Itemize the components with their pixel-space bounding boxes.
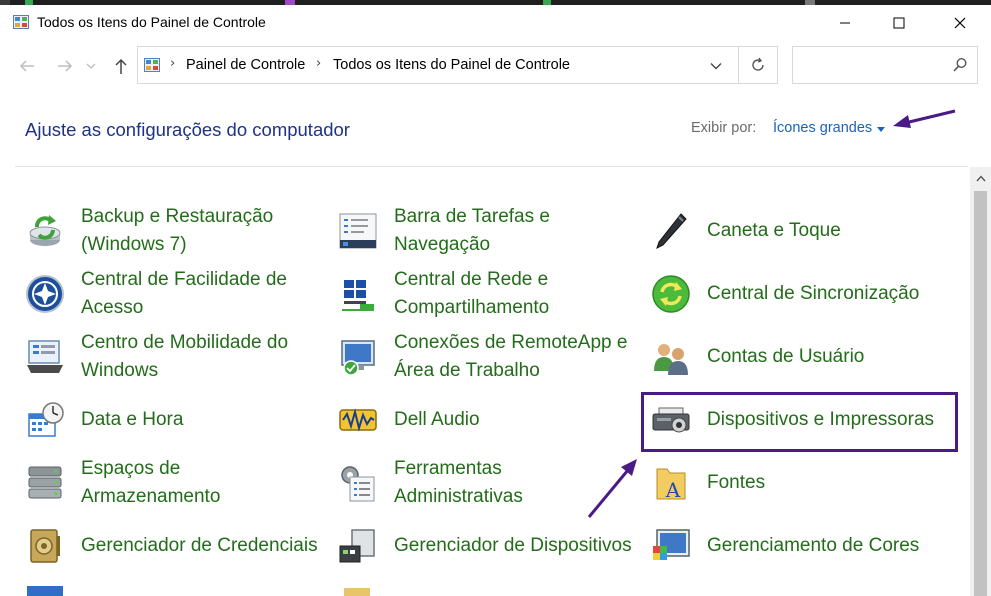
page-title: Ajuste as configurações do computador	[25, 119, 350, 140]
control-panel-icon	[144, 58, 160, 72]
item-label: Fontes	[707, 472, 766, 493]
ease-of-access-icon	[26, 275, 64, 313]
minimize-icon	[840, 22, 850, 23]
item-label: Conexões de RemoteApp e Área de Trabalho	[394, 332, 628, 381]
date-time-icon	[28, 402, 64, 437]
pen-icon	[656, 213, 687, 249]
search-icon[interactable]	[952, 57, 968, 73]
item-sync-center[interactable]: Central de Sincronização	[651, 264, 961, 324]
control-panel-icon	[13, 15, 29, 29]
audio-icon	[339, 408, 377, 432]
item-label: Barra de Tarefas e Navegação	[394, 206, 550, 255]
header-divider	[15, 166, 968, 167]
item-label: Ferramentas Administrativas	[394, 458, 523, 507]
item-storage-spaces[interactable]: Espaços de Armazenamento	[25, 453, 325, 513]
refresh-icon	[752, 57, 764, 71]
caret-down-icon	[877, 126, 886, 132]
item-label: Gerenciador de Dispositivos	[394, 535, 632, 556]
maximize-button[interactable]	[876, 5, 922, 40]
breadcrumb-all-items[interactable]: Todos os Itens do Painel de Controle	[333, 57, 570, 73]
up-arrow-icon	[115, 58, 127, 74]
annotation-highlight-box	[641, 392, 958, 452]
svg-text:A: A	[665, 478, 681, 502]
address-bar[interactable]: › Painel de Controle › Todos os Itens do…	[137, 46, 778, 84]
item-label: Contas de Usuário	[707, 346, 865, 367]
chevron-down-icon	[86, 63, 96, 69]
fonts-icon: A	[656, 468, 686, 502]
address-divider	[738, 47, 739, 83]
item-partial-1[interactable]	[25, 578, 325, 596]
item-label: Backup e Restauração (Windows 7)	[81, 206, 274, 255]
chevron-down-icon	[710, 63, 722, 70]
maximize-icon	[893, 17, 905, 28]
item-network-sharing[interactable]: Central de Rede e Compartilhamento	[338, 264, 638, 324]
item-partial-2[interactable]	[338, 578, 638, 596]
recent-locations-button[interactable]	[84, 55, 98, 77]
backup-icon	[29, 215, 61, 246]
sync-icon	[652, 275, 690, 313]
credentials-icon	[30, 529, 60, 563]
admin-tools-icon	[341, 466, 375, 502]
minimize-button[interactable]	[822, 5, 868, 40]
item-admin-tools[interactable]: Ferramentas Administrativas	[338, 453, 638, 513]
close-button[interactable]	[937, 5, 983, 40]
annotation-arrow-view	[893, 109, 956, 128]
chevron-up-icon	[975, 174, 986, 181]
item-user-accounts[interactable]: Contas de Usuário	[651, 327, 961, 387]
folder-icon	[344, 588, 370, 596]
item-color-management[interactable]: Gerenciamento de Cores	[651, 516, 961, 576]
item-device-manager[interactable]: Gerenciador de Dispositivos	[338, 516, 638, 576]
user-accounts-icon	[654, 344, 688, 375]
item-credential-manager[interactable]: Gerenciador de Credenciais	[25, 516, 325, 576]
breadcrumb-separator-icon: ›	[316, 56, 322, 71]
close-icon	[954, 17, 966, 28]
item-label: Caneta e Toque	[707, 220, 841, 241]
item-fonts[interactable]: A Fontes	[651, 453, 961, 513]
item-label: Central de Rede e Compartilhamento	[394, 269, 550, 318]
item-label: Gerenciamento de Cores	[707, 535, 920, 556]
view-by-value: Ícones grandes	[773, 120, 873, 136]
vertical-scrollbar[interactable]	[970, 167, 991, 596]
window-icon	[27, 586, 63, 596]
item-label: Dell Audio	[394, 409, 480, 430]
item-dell-audio[interactable]: Dell Audio	[338, 390, 638, 450]
view-by-dropdown[interactable]: Ícones grandes	[773, 120, 886, 136]
item-label: Centro de Mobilidade do Windows	[81, 332, 289, 381]
search-input[interactable]	[792, 46, 978, 84]
back-arrow-icon	[19, 60, 34, 72]
forward-button[interactable]	[54, 55, 76, 77]
window-title: Todos os Itens do Painel de Controle	[37, 14, 266, 30]
title-bar: Todos os Itens do Painel de Controle	[0, 5, 991, 40]
breadcrumb-separator-icon: ›	[170, 56, 176, 71]
item-ease-of-access[interactable]: Central de Facilidade de Acesso	[25, 264, 325, 324]
address-dropdown-button[interactable]	[701, 56, 731, 76]
item-label: Espaços de Armazenamento	[81, 458, 221, 507]
taskbar-icon	[339, 213, 377, 249]
remoteapp-icon	[341, 340, 375, 376]
refresh-button[interactable]	[744, 54, 772, 76]
mobility-icon	[27, 340, 63, 373]
item-label: Data e Hora	[81, 409, 184, 430]
network-icon	[342, 280, 374, 311]
storage-icon	[28, 466, 62, 499]
scroll-up-button[interactable]	[970, 167, 991, 189]
forward-arrow-icon	[58, 60, 73, 72]
device-manager-icon	[339, 529, 375, 563]
breadcrumb-control-panel[interactable]: Painel de Controle	[186, 57, 305, 73]
item-pen-touch[interactable]: Caneta e Toque	[651, 201, 961, 261]
item-date-time[interactable]: Data e Hora	[25, 390, 325, 450]
item-remoteapp[interactable]: Conexões de RemoteApp e Área de Trabalho	[338, 327, 638, 387]
item-label: Central de Facilidade de Acesso	[81, 269, 287, 318]
item-taskbar-navigation[interactable]: Barra de Tarefas e Navegação	[338, 201, 638, 261]
navigation-bar: › Painel de Controle › Todos os Itens do…	[0, 40, 991, 90]
up-button[interactable]	[110, 55, 132, 77]
color-management-icon	[653, 529, 690, 560]
item-label: Central de Sincronização	[707, 283, 920, 304]
scroll-thumb[interactable]	[974, 191, 987, 596]
item-mobility-center[interactable]: Centro de Mobilidade do Windows	[25, 327, 325, 387]
item-label: Gerenciador de Credenciais	[81, 535, 318, 556]
back-button[interactable]	[16, 55, 38, 77]
view-by-label: Exibir por:	[691, 120, 757, 136]
item-backup-restore[interactable]: Backup e Restauração (Windows 7)	[25, 201, 325, 261]
